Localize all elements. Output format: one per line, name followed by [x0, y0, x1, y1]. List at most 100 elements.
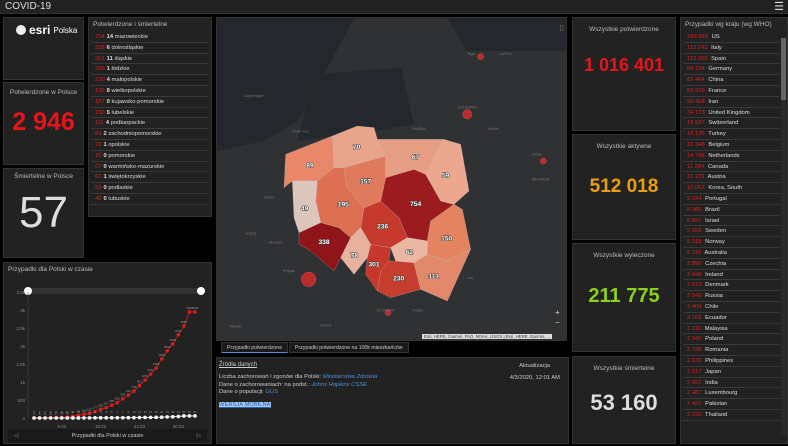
- range-slider-track[interactable]: [28, 288, 202, 294]
- region-row[interactable]: 67 0 warmińsko-mazurskie: [91, 162, 209, 173]
- data-point[interactable]: [93, 416, 97, 420]
- data-point[interactable]: [59, 416, 64, 420]
- grid-icon[interactable]: ⁞⁞: [560, 24, 564, 33]
- zoom-in-button[interactable]: +: [552, 308, 563, 318]
- data-point[interactable]: [154, 366, 158, 370]
- region-row[interactable]: 70 0 pomorskie: [91, 151, 209, 162]
- data-point[interactable]: [137, 383, 142, 388]
- region-row[interactable]: 150 5 lubelskie: [91, 108, 209, 119]
- region-row[interactable]: 78 1 opolskie: [91, 140, 209, 151]
- country-row[interactable]: 10 062 Korea, South: [683, 183, 779, 194]
- data-point[interactable]: [126, 393, 131, 397]
- data-point[interactable]: [193, 414, 197, 418]
- data-point[interactable]: [193, 310, 197, 314]
- region-row[interactable]: 62 1 świętokrzyskie: [91, 172, 209, 184]
- tab-confirmed-per-100k[interactable]: Przypadki potwierdzone na 100k mieszkańc…: [289, 342, 409, 353]
- country-row[interactable]: 2 220 Thailand: [683, 410, 779, 421]
- country-row[interactable]: 2 567 India: [683, 378, 779, 389]
- country-row[interactable]: 2 946 Poland: [683, 334, 779, 346]
- country-row[interactable]: 59 929 France: [683, 86, 779, 97]
- data-point[interactable]: [182, 324, 186, 328]
- country-row[interactable]: 5 568 Sweden: [683, 226, 779, 238]
- data-point[interactable]: [54, 416, 59, 420]
- country-row[interactable]: 2 421 Pakistan: [683, 399, 779, 410]
- country-row[interactable]: 3 858 Czechia: [683, 259, 779, 270]
- country-row[interactable]: 115 242 Italy: [683, 43, 779, 54]
- country-row[interactable]: 18 135 Turkey: [683, 129, 779, 140]
- region-row[interactable]: 230 4 małopolskie: [91, 75, 209, 86]
- data-point[interactable]: [121, 415, 125, 420]
- data-point[interactable]: [115, 415, 120, 420]
- scrollbar[interactable]: [781, 38, 786, 435]
- data-point[interactable]: [98, 416, 103, 420]
- country-row[interactable]: 84 794 Germany: [683, 64, 779, 76]
- data-point[interactable]: [121, 396, 125, 401]
- jhu-link[interactable]: Johns Hopkins CSSE: [312, 382, 367, 388]
- country-row[interactable]: 2 633 Philippines: [683, 356, 779, 367]
- data-point[interactable]: [126, 415, 131, 420]
- data-point[interactable]: [71, 416, 75, 420]
- country-row[interactable]: 245 559 US: [683, 32, 779, 43]
- data-point[interactable]: [104, 416, 108, 420]
- region-row[interactable]: 338 6 dolnośląskie: [91, 43, 209, 54]
- region-row[interactable]: 111 4 podkarpackie: [91, 118, 209, 130]
- hamburger-icon[interactable]: ☰: [774, 0, 784, 13]
- data-point[interactable]: [176, 414, 181, 419]
- data-point[interactable]: [148, 372, 153, 376]
- data-point[interactable]: [37, 416, 42, 420]
- region-row[interactable]: 236 1 łódzkie: [91, 64, 209, 76]
- range-slider-handle-right[interactable]: [197, 287, 205, 295]
- ministry-link[interactable]: Ministerstwo Zdrowia: [323, 374, 377, 380]
- data-point[interactable]: [154, 415, 158, 420]
- data-point[interactable]: [43, 416, 47, 420]
- country-bubble[interactable]: [462, 109, 473, 120]
- country-row[interactable]: 50 468 Iran: [683, 97, 779, 108]
- map-canvas[interactable]: 754 338 301 236 230 195 157 150 111 89 78 70 67 62 59 4…: [217, 18, 567, 341]
- country-row[interactable]: 112 065 Spain: [683, 54, 779, 65]
- country-row[interactable]: 2 487 Luxembourg: [683, 388, 779, 400]
- data-point[interactable]: [176, 333, 181, 337]
- region-row[interactable]: 49 0 lubuskie: [91, 194, 209, 205]
- chevron-left-icon[interactable]: ◁: [14, 429, 18, 443]
- data-point[interactable]: [148, 415, 153, 420]
- country-row[interactable]: 2 738 Romania: [683, 345, 779, 356]
- data-point[interactable]: [32, 416, 36, 420]
- country-row[interactable]: 3 548 Russia: [683, 291, 779, 302]
- country-bubble[interactable]: [301, 271, 317, 287]
- country-row[interactable]: 8 066 Brazil: [683, 205, 779, 216]
- data-point[interactable]: [109, 416, 114, 420]
- country-row[interactable]: 15 348 Belgium: [683, 140, 779, 151]
- data-point[interactable]: [132, 389, 136, 393]
- country-row[interactable]: 82 464 China: [683, 75, 779, 86]
- data-point[interactable]: [143, 415, 147, 420]
- data-point[interactable]: [76, 416, 81, 420]
- country-row[interactable]: 3 849 Ireland: [683, 270, 779, 281]
- data-point[interactable]: [132, 415, 136, 420]
- country-row[interactable]: 3 404 Chile: [683, 302, 779, 313]
- country-row[interactable]: 3 573 Denmark: [683, 280, 779, 292]
- data-point[interactable]: [165, 349, 170, 353]
- data-point[interactable]: [187, 414, 192, 418]
- country-row[interactable]: 14 788 Netherlands: [683, 151, 779, 162]
- country-row[interactable]: 9 034 Portugal: [683, 194, 779, 205]
- data-point[interactable]: [104, 405, 108, 410]
- country-row[interactable]: 3 163 Ecuador: [683, 313, 779, 324]
- tab-confirmed[interactable]: Przypadki potwierdzone: [221, 342, 289, 353]
- country-row[interactable]: 3 116 Malaysia: [683, 324, 779, 335]
- zoom-out-button[interactable]: −: [552, 318, 563, 328]
- data-point[interactable]: [109, 403, 114, 408]
- region-row[interactable]: 157 0 kujawsko-pomorskie: [91, 97, 209, 108]
- country-bubble[interactable]: [540, 157, 547, 165]
- country-bubble[interactable]: [477, 53, 484, 60]
- map[interactable]: 754 338 301 236 230 195 157 150 111 89 78 70 67 62 59 4…: [216, 17, 567, 341]
- country-row[interactable]: 2 617 Japan: [683, 367, 779, 378]
- data-point[interactable]: [187, 310, 192, 314]
- data-point[interactable]: [115, 400, 120, 405]
- data-point[interactable]: [65, 416, 70, 420]
- chevron-right-icon[interactable]: ▷: [197, 429, 201, 443]
- data-point[interactable]: [48, 416, 53, 420]
- data-point[interactable]: [87, 416, 92, 420]
- region-row[interactable]: 301 11 śląskie: [91, 54, 209, 65]
- country-row[interactable]: 11 129 Austria: [683, 172, 779, 184]
- mobile-version-link[interactable]: WERSJA MOBILNA: [219, 401, 271, 408]
